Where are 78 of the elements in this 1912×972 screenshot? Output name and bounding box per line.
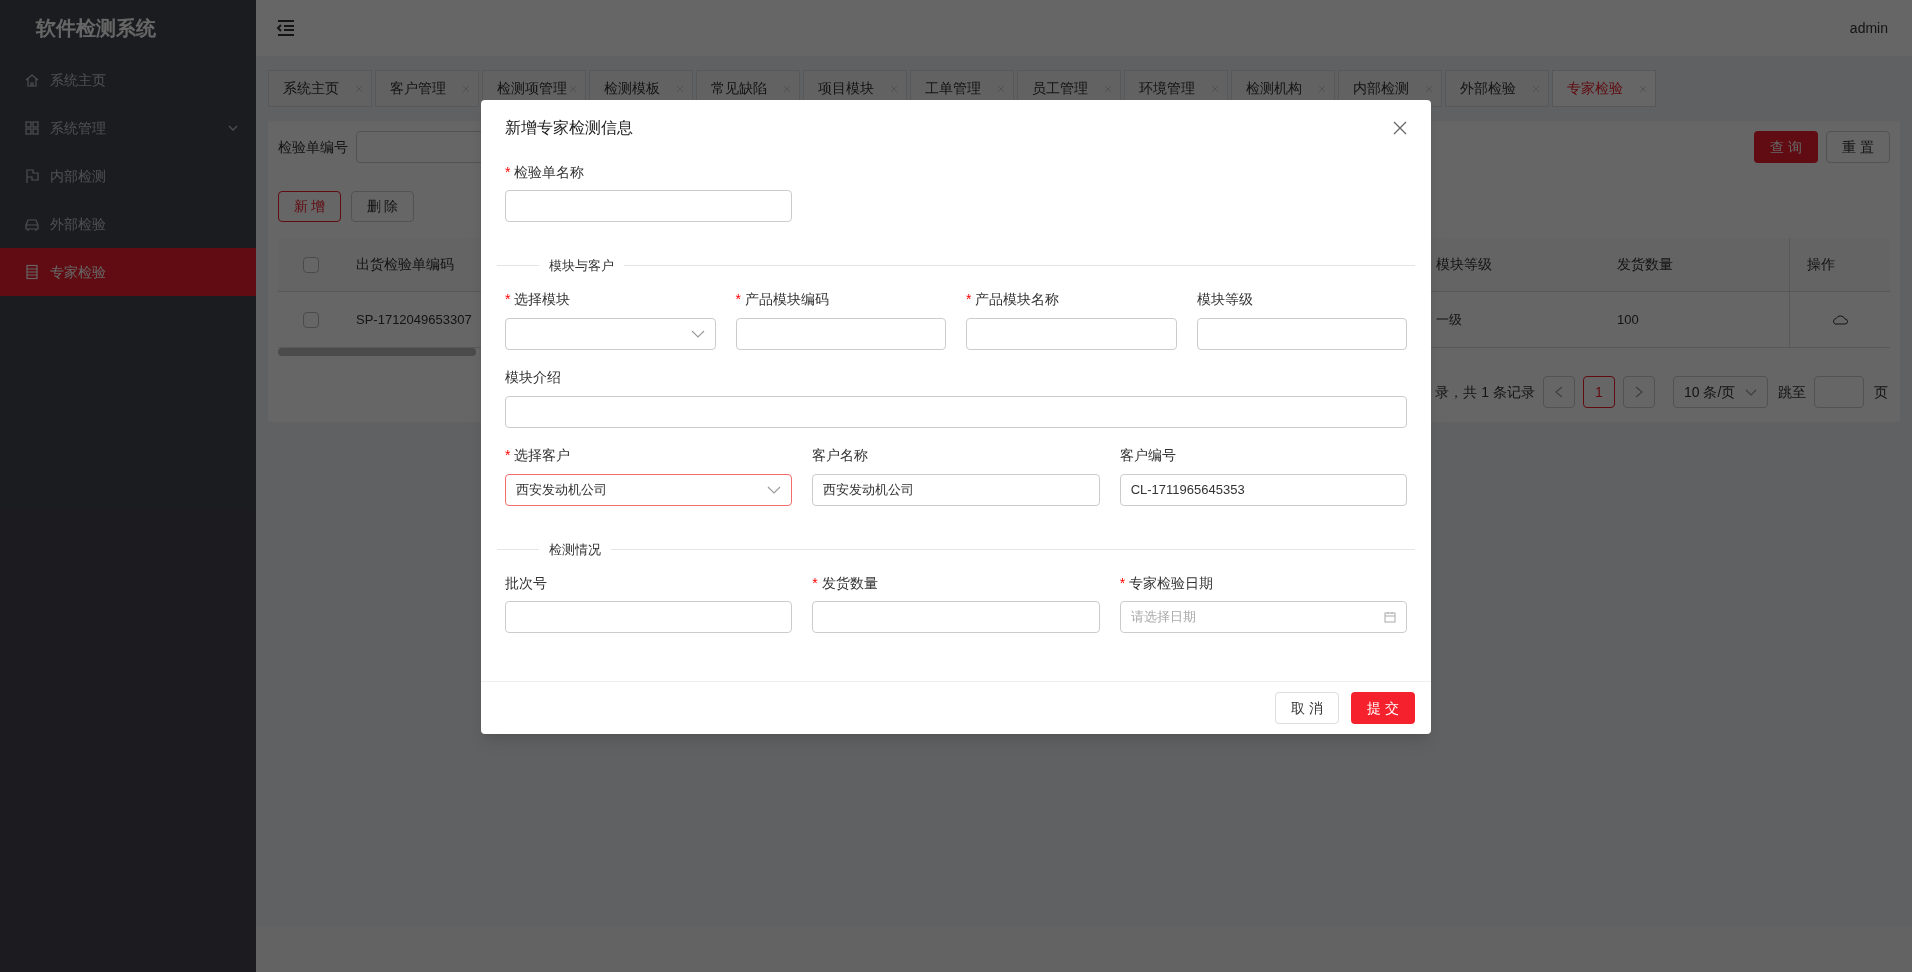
required-mark: * [1119, 573, 1126, 593]
cloud-icon[interactable] [1832, 314, 1848, 325]
tab[interactable]: 专家检验 [1552, 70, 1656, 107]
date-field[interactable]: 请选择日期 [1119, 601, 1407, 633]
scrollbar[interactable] [278, 348, 476, 356]
input-field[interactable]: CL-1711965645353 [1119, 473, 1407, 506]
input-field[interactable] [505, 395, 1407, 428]
page-size-select[interactable]: 10 条/页 [1673, 376, 1768, 408]
column-header: 操作 [1789, 238, 1890, 291]
section-heading: 模块与客户 [548, 257, 615, 275]
previous-page-button[interactable] [1543, 376, 1575, 408]
next-page-button[interactable] [1623, 376, 1655, 408]
field-label: 发货数量 [821, 573, 878, 593]
calendar-icon [1384, 611, 1396, 623]
menu-icon[interactable] [276, 19, 296, 37]
page-suffix: 页 [1874, 382, 1888, 402]
field-label: 检验单名称 [514, 162, 585, 182]
input-field[interactable] [505, 601, 793, 633]
add-button[interactable]: 新 增 [278, 191, 341, 222]
chevron-icon [1555, 386, 1563, 398]
required-mark: * [812, 573, 818, 593]
chevron-icon [1635, 386, 1643, 398]
pagination-summary: 录，共 1 条记录 [1435, 382, 1535, 402]
required-mark: * [505, 290, 511, 309]
table-cell-text: 100 [1617, 310, 1640, 329]
search-label: 检验单编号 [278, 137, 348, 157]
close-icon[interactable] [1393, 121, 1407, 135]
column-header: 模块等级 [1436, 255, 1493, 274]
select-field[interactable] [505, 317, 716, 350]
reset-button[interactable]: 重 置 [1826, 131, 1890, 163]
tab[interactable]: 客户管理 [375, 70, 479, 107]
field-label: 产品模块编码 [744, 290, 829, 309]
input-field[interactable] [505, 190, 793, 222]
app-title: 软件检测系统 [34, 16, 157, 41]
select-field[interactable]: 西安发动机公司 [505, 473, 793, 506]
required-mark: * [735, 290, 741, 309]
column-header: 出货检验单编码 [356, 255, 454, 274]
field-label: 客户编号 [1119, 446, 1176, 465]
input-field[interactable] [812, 601, 1100, 633]
chevron-down-icon [690, 329, 705, 338]
input-field[interactable]: 西安发动机公司 [812, 473, 1100, 506]
tab[interactable]: 系统主页 [268, 70, 372, 107]
chevron-down-icon [1745, 388, 1757, 396]
column-header: 发货数量 [1617, 255, 1674, 274]
jump-label: 跳至 [1778, 382, 1806, 402]
car-icon [24, 216, 40, 232]
input-field[interactable] [1196, 317, 1407, 350]
input-field[interactable] [966, 317, 1177, 350]
delete-button[interactable]: 删 除 [351, 191, 414, 222]
home-icon [24, 72, 40, 88]
checkbox[interactable] [303, 311, 319, 328]
field-label: 产品模块名称 [975, 290, 1060, 309]
table-cell-text: SP-1712049653307 [356, 310, 472, 329]
query-button[interactable]: 查 询 [1754, 131, 1818, 163]
submit-button[interactable]: 提 交 [1351, 692, 1415, 724]
checkbox[interactable] [303, 256, 319, 273]
field-label: 模块等级 [1196, 290, 1253, 309]
page-button[interactable]: 1 [1583, 376, 1615, 408]
field-label: 客户名称 [812, 446, 869, 465]
flag-icon [24, 168, 40, 184]
field-label: 专家检验日期 [1129, 573, 1214, 593]
required-mark: * [505, 162, 511, 182]
cancel-button[interactable]: 取 消 [1275, 692, 1339, 724]
chevron-down-icon [767, 485, 782, 494]
required-mark: * [966, 290, 972, 309]
field-label: 选择客户 [514, 446, 571, 465]
dialog-title: 新增专家检测信息 [505, 118, 633, 138]
section-heading: 检测情况 [548, 540, 602, 559]
required-mark: * [505, 446, 511, 465]
field-label: 选择模块 [514, 290, 571, 309]
input-field[interactable] [735, 317, 946, 350]
field-label: 批次号 [505, 573, 547, 593]
list-icon [24, 264, 40, 280]
tab[interactable]: 外部检验 [1445, 70, 1549, 107]
username[interactable]: admin [1849, 17, 1888, 39]
sidebar-item[interactable]: 专家检验 [0, 248, 256, 296]
field-label: 模块介绍 [505, 368, 561, 387]
grid-icon [24, 120, 40, 136]
